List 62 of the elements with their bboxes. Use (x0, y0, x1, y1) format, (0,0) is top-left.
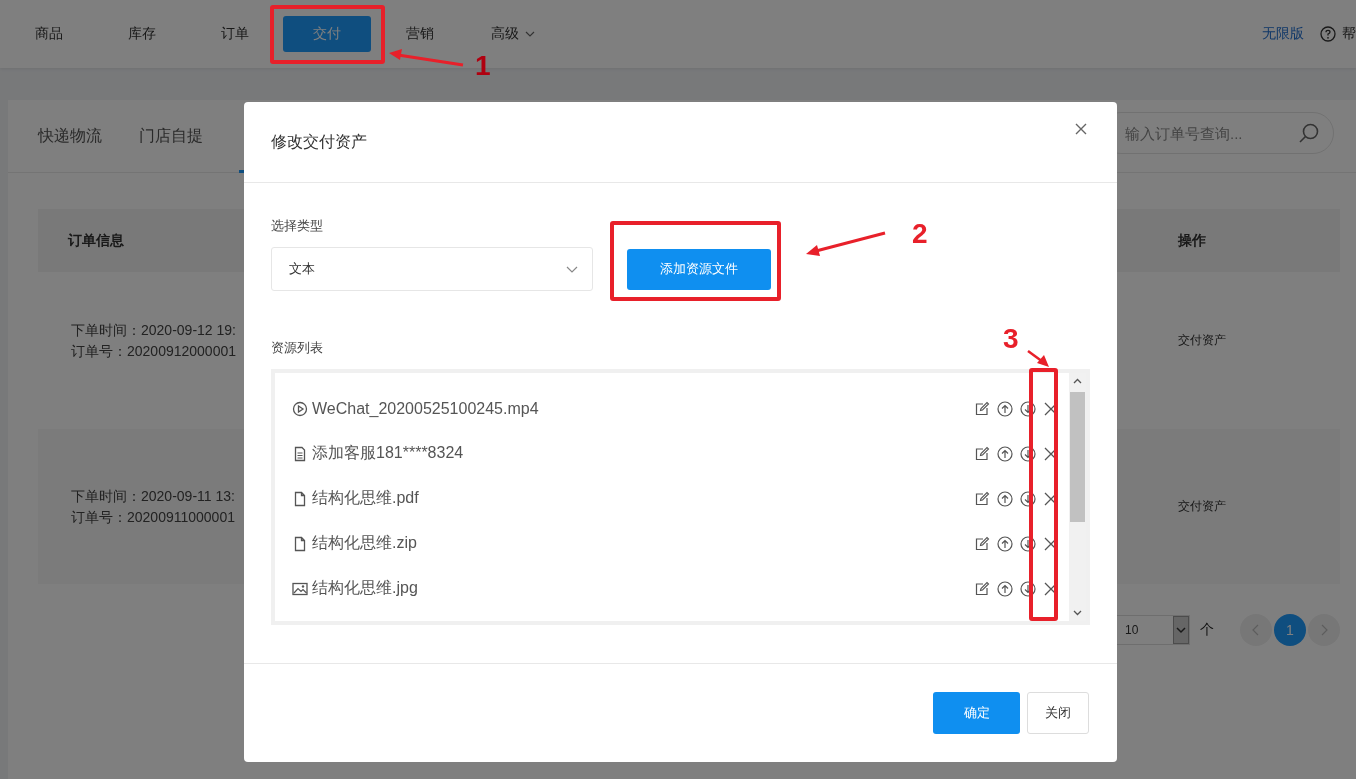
column-header: 操作 (1178, 231, 1207, 250)
nav-tab[interactable]: 商品 (2, 16, 95, 52)
nav-tab[interactable]: 订单 (188, 16, 281, 52)
add-resource-button[interactable]: 添加资源文件 (627, 248, 771, 290)
deliver-assets-link[interactable]: 交付资产 (1178, 498, 1340, 515)
step-number: 2 (912, 220, 928, 248)
scroll-up-icon[interactable] (1073, 377, 1082, 386)
edit-icon[interactable] (974, 400, 990, 417)
order-number: 订单号：20200912000001 (71, 342, 236, 360)
nav-tab[interactable]: 库存 (95, 16, 188, 52)
image-icon (292, 580, 308, 597)
edit-icon[interactable] (974, 580, 990, 597)
up-arrow-icon[interactable] (997, 445, 1013, 462)
resource-name: 结构化思维.pdf (312, 488, 419, 508)
step-number: 1 (475, 52, 491, 80)
down-arrow-icon[interactable] (1020, 445, 1036, 462)
resource-name: 添加客服181****8324 (312, 443, 464, 463)
resource-name: 结构化思维.jpg (312, 578, 418, 598)
resource-name: 结构化思维.zip (312, 533, 417, 553)
field-label: 资源列表 (271, 339, 323, 357)
down-arrow-icon[interactable] (1020, 535, 1036, 552)
edit-icon[interactable] (974, 490, 990, 507)
file-icon (292, 490, 308, 507)
file-icon (292, 535, 308, 552)
page-size-unit: 个 (1200, 621, 1214, 639)
nav-tab[interactable]: 交付 (283, 16, 371, 52)
play-icon (292, 400, 308, 417)
nav-tab[interactable]: 高级 (466, 16, 559, 52)
up-arrow-icon[interactable] (997, 490, 1013, 507)
up-arrow-icon[interactable] (997, 400, 1013, 417)
nav-tab[interactable]: 营销 (373, 16, 466, 52)
pointer-arrow (1027, 350, 1049, 367)
help-icon[interactable] (1320, 26, 1336, 42)
up-arrow-icon[interactable] (997, 535, 1013, 552)
search-icon[interactable] (1298, 122, 1320, 144)
delivery-tab[interactable]: 门店自提 (139, 125, 203, 147)
chevron-icon (1176, 625, 1186, 635)
close-dialog-button[interactable]: 关闭 (1027, 692, 1089, 734)
edit-icon[interactable] (974, 535, 990, 552)
down-arrow-icon[interactable] (1020, 490, 1036, 507)
up-arrow-icon[interactable] (997, 580, 1013, 597)
edit-icon[interactable] (974, 445, 990, 462)
type-select[interactable]: 文本 (271, 247, 593, 291)
down-arrow-icon[interactable] (1020, 580, 1036, 597)
page-size-select[interactable]: 10 (1116, 615, 1190, 645)
close-button[interactable] (1073, 121, 1089, 137)
resource-name: WeChat_20200525100245.mp4 (312, 399, 539, 418)
delivery-tab[interactable]: 快递物流 (38, 125, 102, 147)
help-link[interactable]: 帮 (1342, 25, 1356, 43)
step-number: 3 (1003, 325, 1019, 353)
field-label: 选择类型 (271, 217, 323, 235)
dialog-title: 修改交付资产 (271, 131, 367, 152)
order-number: 订单号：20200911000001 (71, 508, 235, 526)
down-arrow-icon[interactable] (1020, 400, 1036, 417)
document-icon (292, 445, 308, 462)
deliver-assets-link[interactable]: 交付资产 (1178, 332, 1340, 349)
column-header: 订单信息 (68, 231, 124, 250)
edition-link[interactable]: 无限版 (1262, 25, 1304, 43)
order-time: 下单时间：2020-09-12 19: (71, 321, 236, 339)
order-time: 下单时间：2020-09-11 13: (71, 487, 235, 505)
confirm-button[interactable]: 确定 (933, 692, 1020, 734)
scroll-down-icon[interactable] (1073, 608, 1082, 617)
